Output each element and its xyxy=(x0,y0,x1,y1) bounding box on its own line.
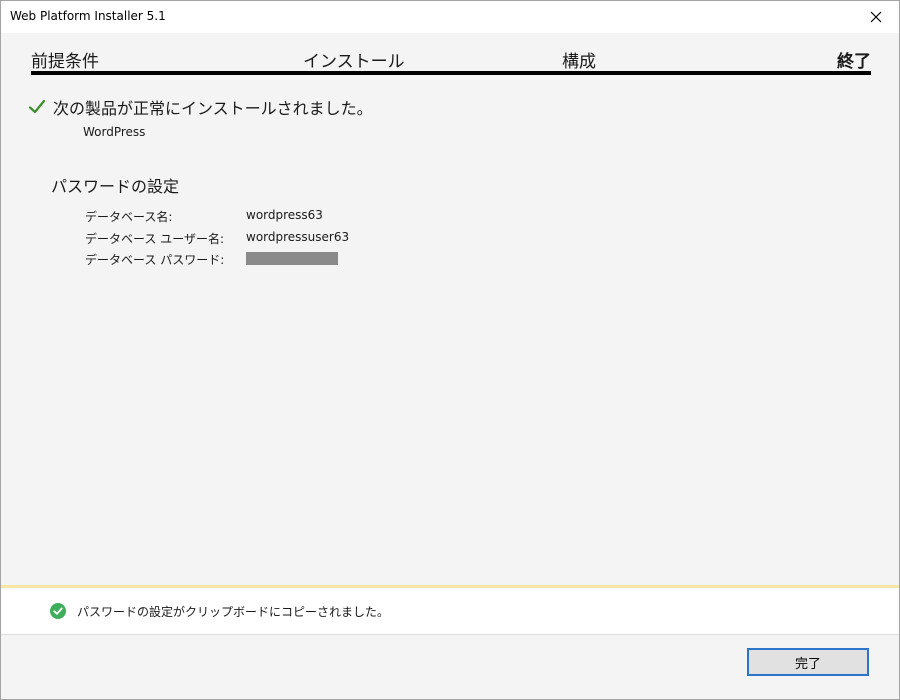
password-settings-title: パスワードの設定 xyxy=(51,177,180,196)
installed-product-name: WordPress xyxy=(83,125,146,139)
close-icon xyxy=(870,11,882,23)
step-install: インストール xyxy=(303,52,405,72)
wizard-steps: 前提条件 インストール 構成 終了 xyxy=(31,47,871,72)
database-name-value[interactable]: wordpress63 xyxy=(246,208,323,222)
notification-bar: パスワードの設定がクリップボードにコピーされました。 xyxy=(1,585,899,635)
finish-button[interactable]: 完了 xyxy=(747,648,869,676)
database-password-label: データベース パスワード: xyxy=(85,253,225,267)
database-user-value[interactable]: wordpressuser63 xyxy=(246,230,349,244)
database-user-label: データベース ユーザー名: xyxy=(85,232,225,246)
close-button[interactable] xyxy=(853,1,899,33)
success-message: 次の製品が正常にインストールされました。 xyxy=(53,99,373,118)
check-icon xyxy=(28,99,46,114)
step-progress-bar xyxy=(31,71,871,75)
success-message-row: 次の製品が正常にインストールされました。 xyxy=(28,95,373,119)
step-finish: 終了 xyxy=(837,52,871,72)
window-title: Web Platform Installer 5.1 xyxy=(10,9,166,23)
notification-text: パスワードの設定がクリップボードにコピーされました。 xyxy=(77,605,390,619)
success-check-icon xyxy=(50,603,66,619)
finish-button-label: 完了 xyxy=(794,656,821,672)
database-name-label: データベース名: xyxy=(85,210,173,224)
installer-window: Web Platform Installer 5.1 前提条件 インストール 構… xyxy=(0,0,900,700)
database-password-redacted xyxy=(246,252,338,265)
step-configure: 構成 xyxy=(562,52,596,72)
title-bar: Web Platform Installer 5.1 xyxy=(1,1,899,33)
step-prerequisites: 前提条件 xyxy=(31,52,99,72)
